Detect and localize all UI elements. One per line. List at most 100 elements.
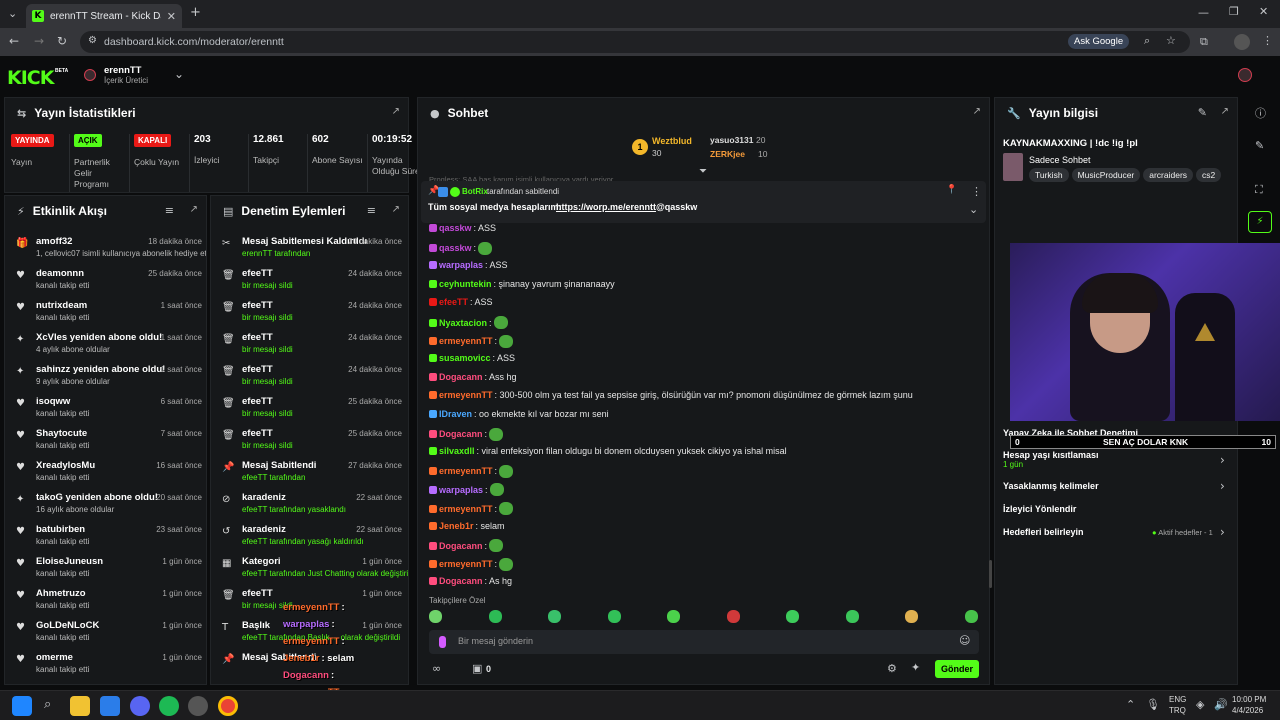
emote-icon[interactable]: [726, 610, 740, 623]
stream-tag[interactable]: arcraiders: [1143, 168, 1194, 182]
close-tab-icon[interactable]: ✕: [167, 10, 176, 23]
chat-message[interactable]: Jeneb1r: selam: [429, 521, 505, 531]
close-window-icon[interactable]: ✕: [1259, 5, 1268, 18]
popout-icon[interactable]: ↗: [190, 204, 198, 215]
chat-username[interactable]: warpaplas: [439, 260, 483, 270]
camera-icon[interactable]: ⛶: [1255, 183, 1263, 197]
browser-tab[interactable]: K erennTT Stream - Kick Dashboa ✕: [26, 4, 182, 28]
goals-setting[interactable]: Hedefleri belirleyin: [1003, 527, 1084, 537]
chat-message[interactable]: Dogacann: As hg: [429, 576, 512, 586]
mic-icon[interactable]: [439, 636, 446, 648]
mod-action-item[interactable]: ✂ Mesaj Sabitlemesi Kaldırıldı erennTT tar…: [211, 232, 408, 264]
network-icon[interactable]: ◈: [1196, 698, 1204, 711]
gift-icon[interactable]: ▣: [472, 662, 482, 675]
mod-action-item[interactable]: 🗑 efeeTT bir mesajı sildi 25 dakika önce: [211, 424, 408, 456]
chat-message[interactable]: warpaplas: ASS: [429, 260, 508, 270]
emote-icon[interactable]: [905, 610, 918, 623]
filter-icon[interactable]: ≡: [165, 204, 174, 217]
chat-message[interactable]: ceyhuntekin: şinanay yavrum şinananaayy: [429, 279, 615, 289]
ask-google-button[interactable]: Ask Google: [1068, 34, 1130, 49]
emote-icon[interactable]: [964, 610, 978, 623]
mod-tools-icon[interactable]: ✦: [911, 661, 920, 674]
stream-tag[interactable]: cs2: [1196, 168, 1222, 182]
chrome-icon[interactable]: [218, 696, 238, 716]
unpin-icon[interactable]: 📍: [946, 185, 957, 195]
mic-tray-icon[interactable]: 🎙: [1146, 698, 1160, 711]
chat-message[interactable]: ermeyennTT: 300-500 olm ya test fail ya …: [429, 390, 913, 400]
activity-item[interactable]: ♥ omerme kanalı takip etti 1 gün önce: [5, 648, 206, 680]
chat-username[interactable]: ermeyennTT: [439, 390, 493, 400]
mod-action-item[interactable]: 🗑 efeeTT bir mesajı sildi 24 dakika önce: [211, 296, 408, 328]
more-icon[interactable]: ⋮: [971, 185, 982, 198]
bolt-icon[interactable]: ⚡: [1248, 211, 1272, 233]
mod-action-item[interactable]: 🗑 efeeTT bir mesajı sildi 25 dakika önce: [211, 392, 408, 424]
chat-username[interactable]: IDraven: [439, 409, 472, 419]
chat-message[interactable]: Dogacann:: [429, 539, 504, 553]
chat-username[interactable]: ermeyennTT: [439, 559, 493, 569]
mod-action-item[interactable]: ⊘ karadeniz efeeTT tarafından yasaklandı 22…: [211, 488, 408, 520]
spotify-icon[interactable]: [159, 696, 179, 716]
popout-icon[interactable]: ↗: [1221, 106, 1229, 117]
windows-start-icon[interactable]: [12, 696, 32, 716]
viewer-redirect-setting[interactable]: İzleyici Yönlendir: [1003, 504, 1076, 514]
chat-message[interactable]: Dogacann:: [429, 427, 504, 441]
chat-username[interactable]: qasskw: [439, 223, 472, 233]
mod-action-item[interactable]: ↺ karadeniz efeeTT tarafından yasağı kaldı…: [211, 520, 408, 552]
expand-chevron-icon[interactable]: ⌄: [969, 203, 978, 216]
settings-gear-icon[interactable]: ⚙: [887, 662, 897, 675]
activity-item[interactable]: ✦ takoG yeniden abone oldu! 16 aylık abone…: [5, 488, 206, 520]
chat-message[interactable]: susamovicc: ASS: [429, 353, 515, 363]
activity-item[interactable]: ✦ sahinzz yeniden abone oldu! 9 aylık abon…: [5, 360, 206, 392]
emote-icon[interactable]: [607, 610, 621, 623]
chat-username[interactable]: efeeTT: [439, 297, 468, 307]
banned-words-setting[interactable]: Yasaklanmış kelimeler: [1003, 481, 1099, 491]
store-icon[interactable]: [100, 696, 120, 716]
bookmark-star-icon[interactable]: ☆: [1166, 34, 1176, 47]
activity-item[interactable]: ♥ deamonnn kanalı takip etti 25 dakika önce: [5, 264, 206, 296]
chat-username[interactable]: warpaplas: [439, 485, 483, 495]
emote-icon[interactable]: [786, 610, 799, 623]
chat-message[interactable]: ermeyennTT:: [429, 502, 514, 515]
profile-avatar[interactable]: [1234, 34, 1250, 50]
chat-message[interactable]: Nyaxtacion:: [429, 316, 508, 329]
zoom-icon[interactable]: ⌕: [1144, 34, 1150, 48]
activity-item[interactable]: ♥ EloiseJuneusn kanalı takip etti 1 gün önc…: [5, 552, 206, 584]
stream-tag[interactable]: MusicProducer: [1071, 168, 1141, 182]
maximize-icon[interactable]: ❐: [1229, 5, 1239, 18]
chat-message[interactable]: ermeyennTT:: [429, 557, 514, 571]
chat-message[interactable]: qasskw:: [429, 241, 493, 255]
obs-icon[interactable]: [188, 696, 208, 716]
popout-icon[interactable]: ↗: [392, 204, 400, 215]
volume-icon[interactable]: 🔊: [1214, 698, 1228, 711]
emote-icon[interactable]: [488, 610, 502, 623]
language-2[interactable]: TRQ: [1169, 706, 1186, 715]
activity-item[interactable]: ♥ Shaytocute kanalı takip etti 7 saat önce: [5, 424, 206, 456]
mod-action-item[interactable]: 📌 Mesaj Sabitlendi efeeTT tarafından 27 dak…: [211, 456, 408, 488]
chat-username[interactable]: ceyhuntekin: [439, 279, 492, 289]
send-button[interactable]: Gönder: [935, 660, 979, 678]
chat-scrollbar[interactable]: [989, 560, 992, 588]
chat-message[interactable]: IDraven: oo ekmekte kıl var bozar mı sen…: [429, 409, 609, 419]
pencil-icon[interactable]: ✎: [1255, 139, 1264, 152]
reload-icon[interactable]: ↻: [57, 34, 67, 48]
mod-action-item[interactable]: 🗑 efeeTT bir mesajı sildi 24 dakika önce: [211, 264, 408, 296]
url-field[interactable]: ⚙ dashboard.kick.com/moderator/erenntt A…: [80, 31, 1190, 53]
account-age-setting[interactable]: Hesap yaşı kısıtlaması: [1003, 450, 1099, 460]
chat-message[interactable]: Dogacann: Ass hg: [429, 372, 517, 382]
new-tab-icon[interactable]: +: [190, 5, 201, 20]
chat-username[interactable]: ermeyennTT: [439, 504, 493, 514]
infinity-icon[interactable]: ∞: [432, 662, 441, 675]
kick-logo[interactable]: KICK: [7, 67, 54, 89]
chat-message[interactable]: silvaxdll: viral enfeksiyon filan oldugu…: [429, 446, 787, 456]
discord-icon[interactable]: [130, 696, 150, 716]
chat-username[interactable]: Jeneb1r: [439, 521, 474, 531]
search-icon[interactable]: ⌕: [44, 697, 51, 712]
chat-username[interactable]: silvaxdll: [439, 446, 475, 456]
activity-item[interactable]: ♥ isoqww kanalı takip etti 6 saat önce: [5, 392, 206, 424]
chat-message[interactable]: qasskw: ASS: [429, 223, 496, 233]
info-icon[interactable]: ⓘ: [1255, 105, 1266, 121]
chat-username[interactable]: Dogacann: [439, 372, 483, 382]
emote-icon[interactable]: [548, 610, 561, 623]
forward-icon[interactable]: →: [34, 34, 44, 48]
chat-username[interactable]: susamovicc: [439, 353, 491, 363]
